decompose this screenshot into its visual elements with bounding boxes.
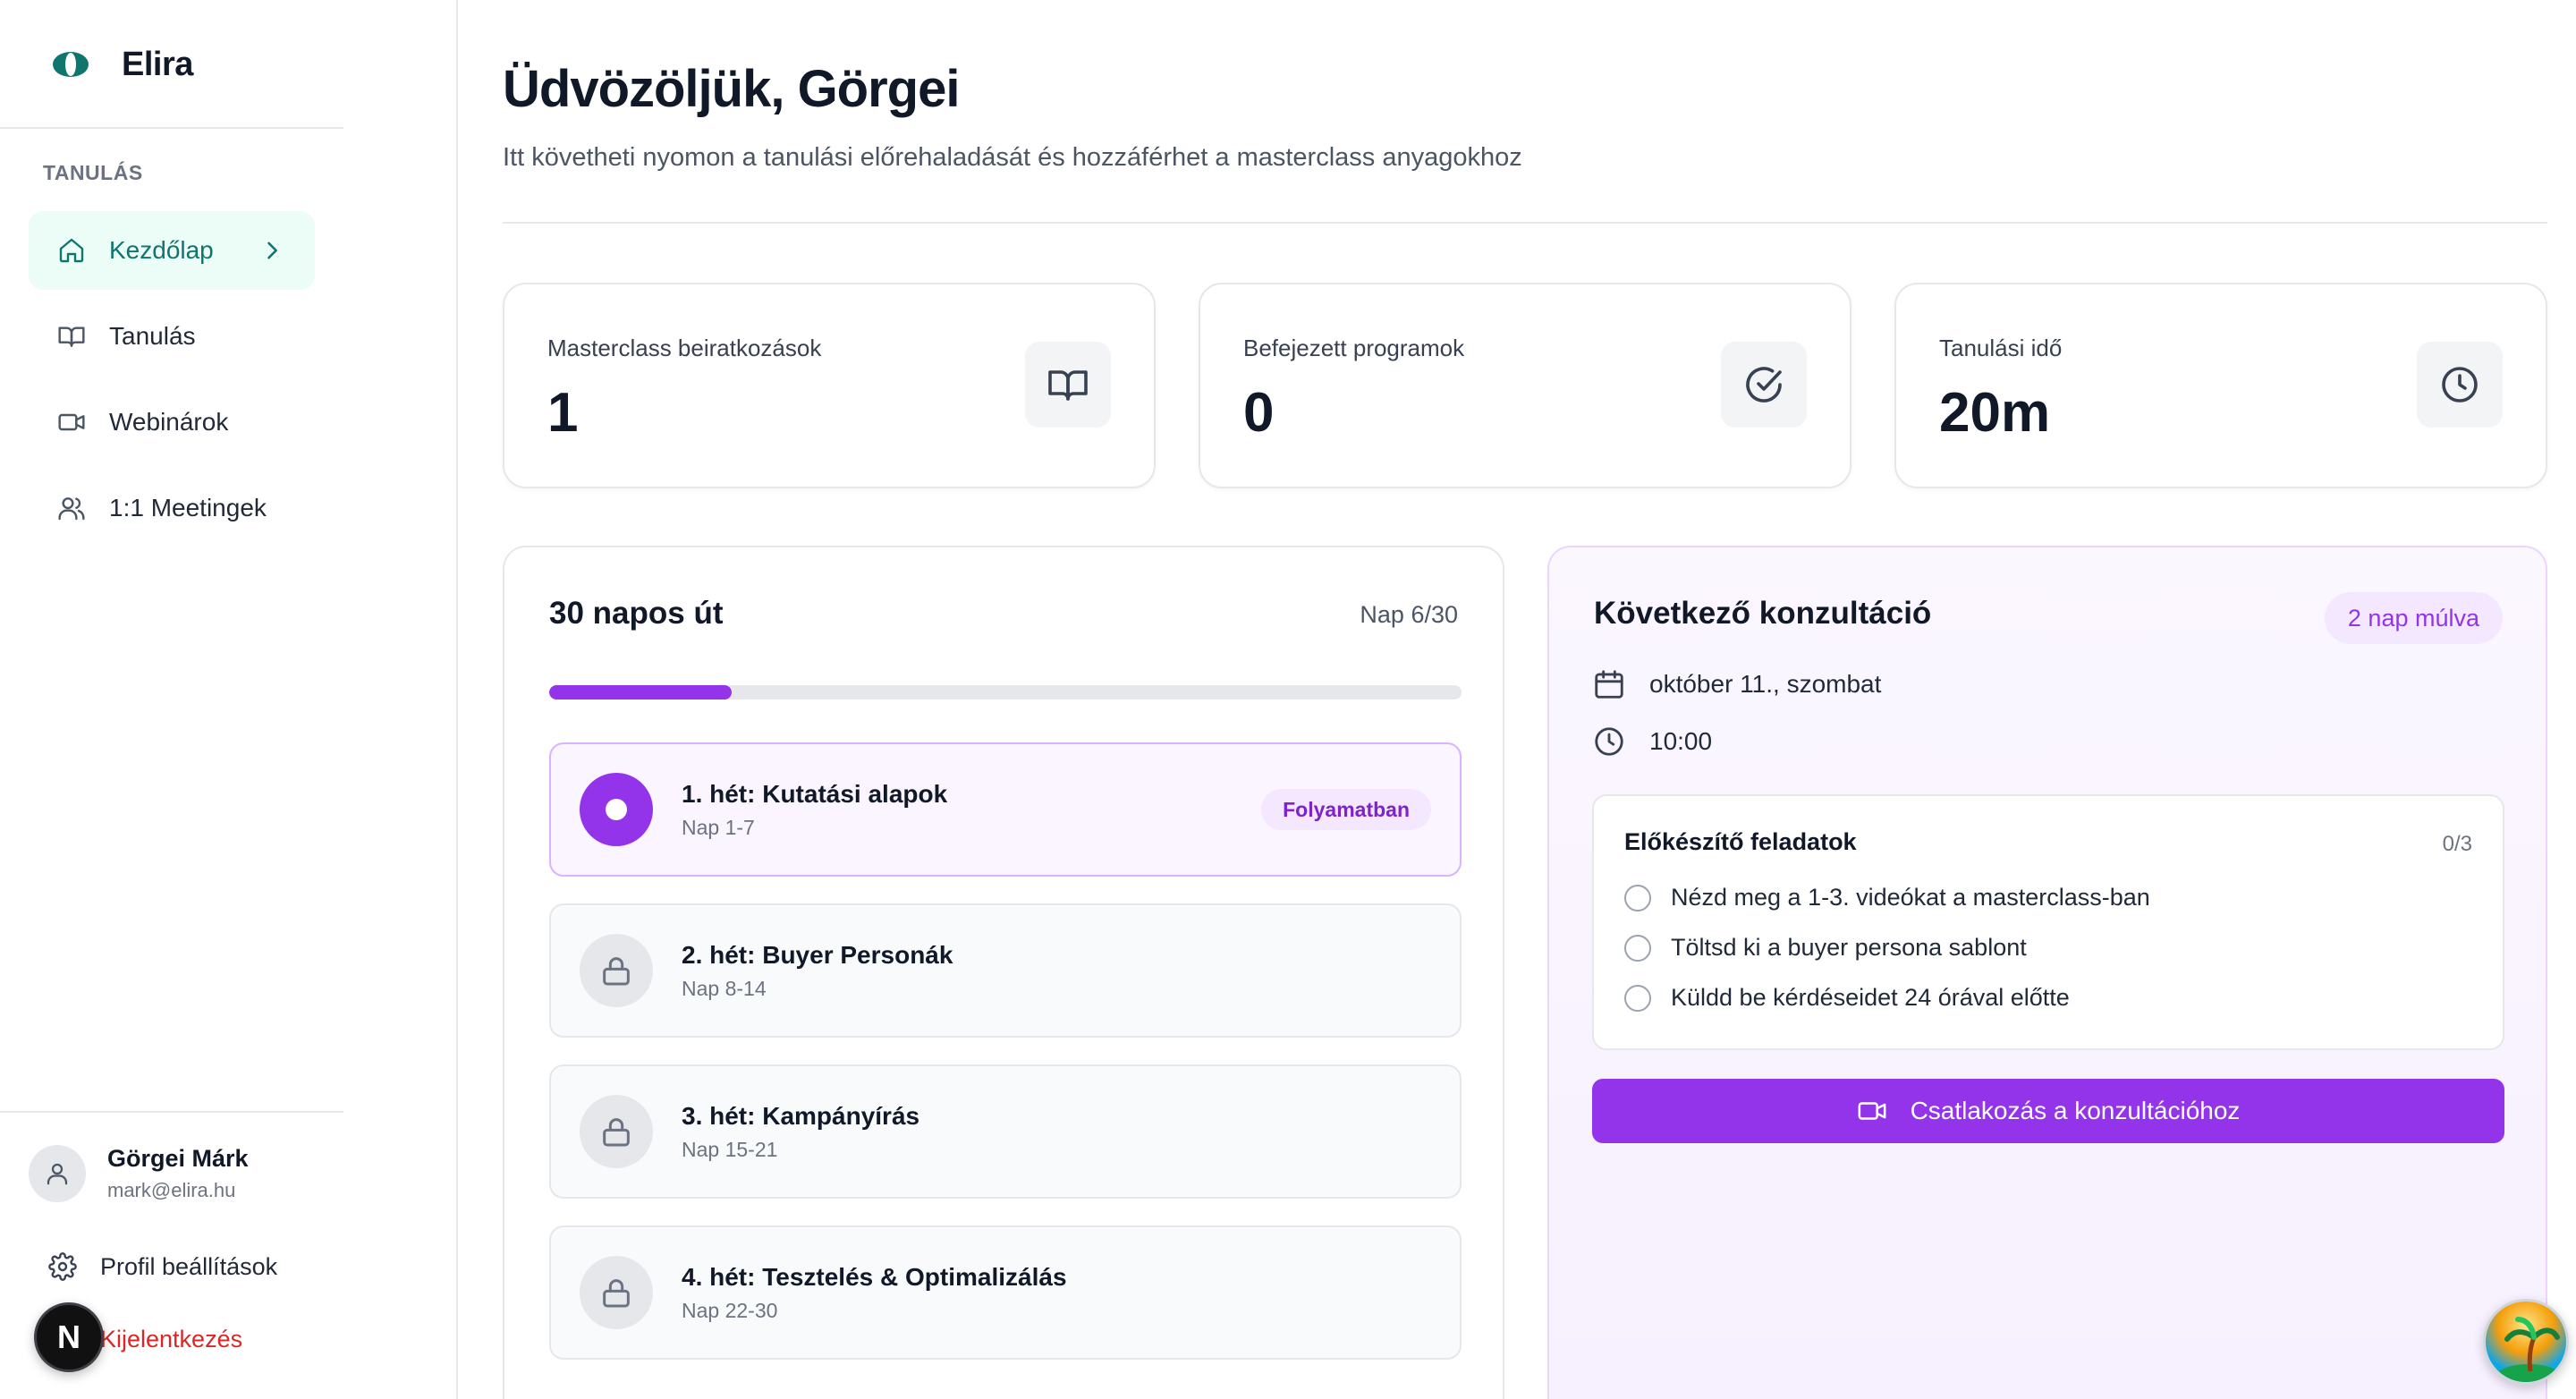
prep-task[interactable]: Nézd meg a 1-3. videókat a masterclass-b…	[1624, 884, 2150, 911]
task-checkbox[interactable]	[1624, 934, 1651, 962]
journey-progress-bar	[549, 685, 1462, 700]
prep-title: Előkészítő feladatok	[1624, 828, 1857, 855]
sidebar-item-label: Kezdőlap	[109, 236, 214, 264]
sidebar: Elira TANULÁS Kezdőlap Tanulás Webinárok	[0, 0, 458, 1399]
status-badge: Folyamatban	[1261, 789, 1431, 830]
time-text: 10:00	[1649, 727, 1713, 755]
stat-label: Masterclass beiratkozások	[547, 335, 822, 361]
task-checkbox[interactable]	[1624, 984, 1651, 1012]
week-days: Nap 1-7	[682, 816, 755, 839]
join-consultation-button[interactable]: Csatlakozás a konzultációhoz	[1592, 1079, 2504, 1143]
chevron-right-icon	[259, 238, 284, 263]
section-label: TANULÁS	[43, 161, 143, 184]
check-circle-icon	[1721, 342, 1807, 428]
week-title: 3. hét: Kampányírás	[682, 1102, 920, 1130]
lock-icon	[580, 1095, 653, 1168]
in-progress-icon	[580, 773, 653, 846]
video-icon	[1857, 1096, 1887, 1126]
book-open-icon	[1025, 342, 1111, 428]
consultation-title: Következő konzultáció	[1594, 596, 1932, 631]
week-days: Nap 8-14	[682, 977, 767, 1000]
journey-title: 30 napos út	[549, 596, 724, 631]
task-label: Nézd meg a 1-3. videókat a masterclass-b…	[1671, 884, 2150, 911]
gear-icon	[48, 1252, 77, 1281]
book-open-icon	[57, 322, 86, 351]
sidebar-item-label: Tanulás	[109, 322, 196, 350]
stat-label: Tanulási idő	[1939, 335, 2063, 361]
prep-count: 0/3	[2442, 832, 2472, 856]
page-title: Üdvözöljük, Görgei	[503, 60, 960, 118]
avatar[interactable]	[29, 1145, 86, 1202]
countdown-badge: 2 nap múlva	[2324, 592, 2503, 644]
lock-icon	[580, 934, 653, 1007]
sidebar-divider	[0, 127, 343, 129]
consultation-card: Következő konzultáció 2 nap múlva októbe…	[1547, 546, 2547, 1399]
logout-link[interactable]: Kijelentkezés	[100, 1326, 242, 1353]
sidebar-divider	[0, 1111, 343, 1113]
user-name: Görgei Márk	[107, 1145, 249, 1172]
profile-settings-link[interactable]: Profil beállítások	[48, 1252, 277, 1281]
sidebar-item-webinarok[interactable]: Webinárok	[29, 383, 315, 462]
stat-label: Befejezett programok	[1243, 335, 1465, 361]
date-text: október 11., szombat	[1649, 670, 1882, 698]
palm-tree-icon	[2486, 1301, 2566, 1382]
task-label: Töltsd ki a buyer persona sablont	[1671, 934, 2027, 961]
sidebar-item-meetingek[interactable]: 1:1 Meetingek	[29, 469, 315, 547]
stat-value: 1	[547, 382, 579, 444]
stat-value: 0	[1243, 382, 1275, 444]
sidebar-item-tanulas[interactable]: Tanulás	[29, 297, 315, 376]
video-icon	[57, 408, 86, 437]
week-title: 2. hét: Buyer Personák	[682, 941, 953, 969]
task-label: Küldd be kérdéseidet 24 órával előtte	[1671, 984, 2070, 1011]
profile-settings-label: Profil beállítások	[100, 1252, 278, 1280]
stat-card-learning-time: Tanulási idő 20m	[1894, 283, 2547, 488]
day-counter: Nap 6/30	[1360, 601, 1458, 628]
brand-name: Elira	[122, 45, 193, 83]
week-days: Nap 15-21	[682, 1138, 778, 1161]
calendar-icon	[1592, 667, 1626, 701]
user-email: mark@elira.hu	[107, 1179, 236, 1201]
brand[interactable]: Elira	[52, 43, 193, 86]
sidebar-item-label: 1:1 Meetingek	[109, 494, 267, 521]
journey-card: 30 napos út Nap 6/30 1. hét: Kutatási al…	[503, 546, 1504, 1399]
join-label: Csatlakozás a konzultációhoz	[1910, 1097, 2241, 1124]
sidebar-item-label: Webinárok	[109, 408, 229, 436]
users-icon	[57, 494, 86, 522]
lock-icon	[580, 1256, 653, 1329]
week-card-3[interactable]: 3. hét: Kampányírás Nap 15-21	[549, 1064, 1462, 1199]
stat-value: 20m	[1939, 382, 2051, 444]
week-title: 4. hét: Tesztelés & Optimalizálás	[682, 1263, 1067, 1291]
prep-tasks: Előkészítő feladatok 0/3 Nézd meg a 1-3.…	[1592, 794, 2504, 1050]
week-card-1[interactable]: 1. hét: Kutatási alapok Nap 1-7 Folyamat…	[549, 742, 1462, 877]
journey-progress-fill	[549, 685, 732, 700]
nextjs-dev-badge[interactable]: N	[34, 1302, 104, 1372]
consultation-date: október 11., szombat	[1592, 667, 1881, 701]
week-days: Nap 22-30	[682, 1299, 778, 1322]
consultation-time: 10:00	[1592, 725, 1712, 759]
clock-icon	[2417, 342, 2503, 428]
assistant-avatar-button[interactable]	[2483, 1299, 2569, 1385]
week-card-2[interactable]: 2. hét: Buyer Personák Nap 8-14	[549, 903, 1462, 1038]
task-checkbox[interactable]	[1624, 884, 1651, 911]
stat-card-enrollments: Masterclass beiratkozások 1	[503, 283, 1156, 488]
header-divider	[503, 222, 2547, 224]
sidebar-item-kezdolap[interactable]: Kezdőlap	[29, 211, 315, 290]
prep-task[interactable]: Küldd be kérdéseidet 24 órával előtte	[1624, 984, 2070, 1012]
week-card-4[interactable]: 4. hét: Tesztelés & Optimalizálás Nap 22…	[549, 1225, 1462, 1360]
elira-logo-icon	[52, 51, 89, 78]
week-title: 1. hét: Kutatási alapok	[682, 780, 948, 808]
home-icon	[57, 236, 86, 265]
page-subtitle: Itt követheti nyomon a tanulási előrehal…	[503, 143, 1522, 172]
clock-icon	[1592, 725, 1626, 759]
stat-card-completed: Befejezett programok 0	[1199, 283, 1852, 488]
user-icon	[44, 1160, 71, 1187]
prep-task[interactable]: Töltsd ki a buyer persona sablont	[1624, 934, 2027, 962]
